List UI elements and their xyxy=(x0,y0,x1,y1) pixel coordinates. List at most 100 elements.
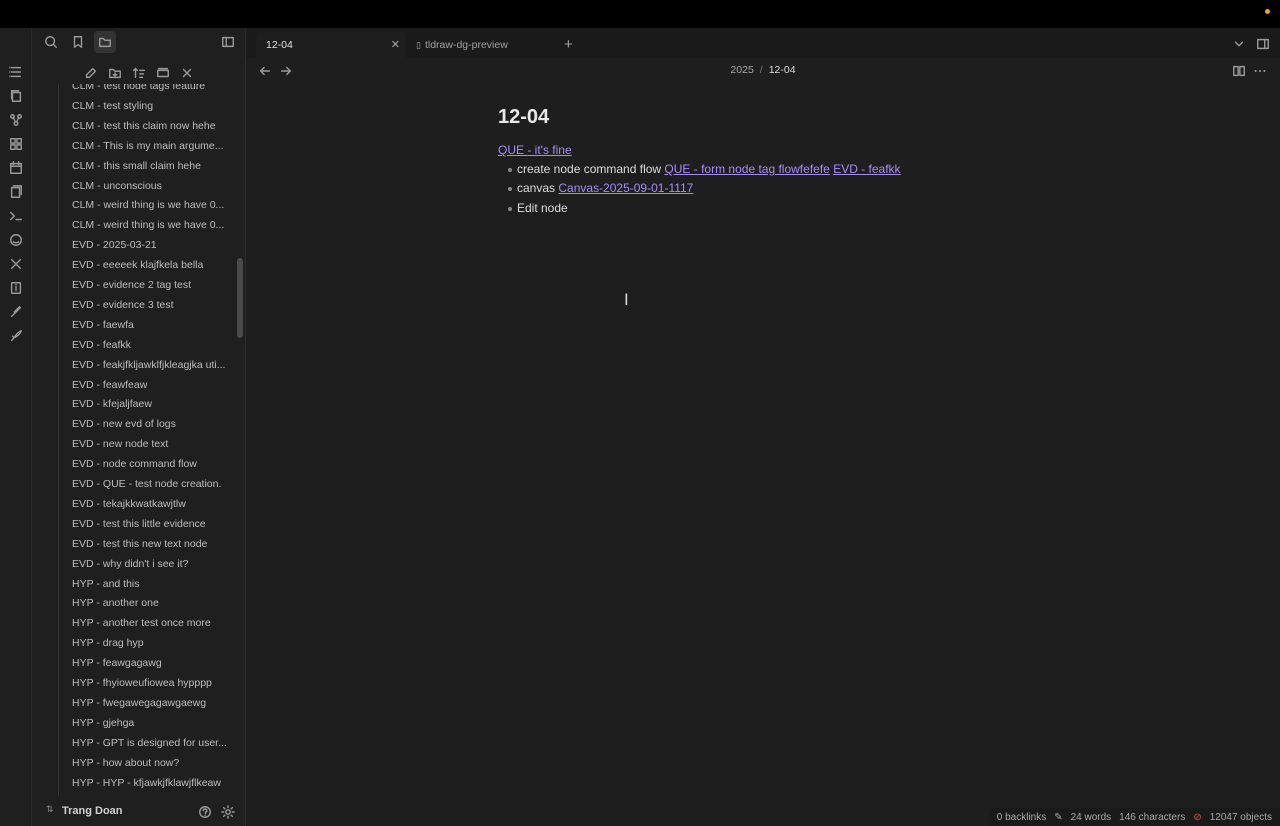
breadcrumb: 2025 / 12-04 xyxy=(246,64,1280,76)
file-tree-item[interactable]: EVD - test this new text node xyxy=(62,534,232,554)
vault-name: Trang Doan xyxy=(62,805,123,817)
text-cursor-icon: I xyxy=(624,290,629,309)
internal-link[interactable]: QUE - it's fine xyxy=(498,143,572,157)
more-options-icon[interactable] xyxy=(1249,60,1271,82)
internal-link[interactable]: QUE - form node tag flowfefefe xyxy=(664,162,829,176)
new-note-icon[interactable] xyxy=(80,62,102,84)
tab-bar: 12-04 ✕ ▯ tldraw-dg-preview + xyxy=(246,28,1280,58)
file-tree-item[interactable]: EVD - node command flow xyxy=(62,454,232,474)
file-tree-item[interactable]: CLM - test this claim now hehe xyxy=(62,116,232,136)
file-tree-item[interactable]: HYP - fhyioweufiowea hypppp xyxy=(62,673,232,693)
blocks-icon[interactable] xyxy=(5,133,27,155)
file-tree-item[interactable]: HYP - HYP - kfjawkjfklawjflkeaw xyxy=(62,773,232,793)
note-title[interactable]: 12-04 xyxy=(498,106,1058,134)
tools-icon[interactable] xyxy=(5,253,27,275)
new-tab-button[interactable]: + xyxy=(562,32,586,58)
file-tree-item[interactable]: EVD - feawfeaw xyxy=(62,375,232,395)
character-count: 146 characters xyxy=(1119,811,1186,823)
file-tree-item[interactable]: CLM - This is my main argume... xyxy=(62,136,232,156)
file-tree-item[interactable]: CLM - weird thing is we have 0... xyxy=(62,215,232,235)
file-tree-item[interactable]: EVD - faewfa xyxy=(62,315,232,335)
terminal-icon[interactable] xyxy=(5,205,27,227)
file-tree-item[interactable]: EVD - evidence 2 tag test xyxy=(62,275,232,295)
file-tree-item[interactable]: EVD - QUE - test node creation. xyxy=(62,474,232,494)
file-tree-item[interactable]: EVD - 2025-03-21 xyxy=(62,235,232,255)
file-tree-item[interactable]: EVD - feafkk xyxy=(62,335,232,355)
backlinks-count[interactable]: 0 backlinks xyxy=(997,812,1046,823)
view-header: 2025 / 12-04 xyxy=(246,58,1280,84)
settings-icon[interactable] xyxy=(217,801,239,823)
breadcrumb-parent[interactable]: 2025 xyxy=(730,64,753,76)
file-tree-item[interactable]: HYP - how about now? xyxy=(62,753,232,773)
file-tree-item[interactable]: CLM - test node tags feature xyxy=(62,84,232,96)
internal-link[interactable]: Canvas-2025-09-01-1117 xyxy=(558,181,693,195)
close-icon[interactable] xyxy=(176,62,198,84)
graph-icon[interactable] xyxy=(5,109,27,131)
file-tree-item[interactable]: EVD - tekajkkwatkawjtlw xyxy=(62,494,232,514)
tab-12-04[interactable]: 12-04 ✕ xyxy=(256,32,406,58)
editor-pane: 12-04 ✕ ▯ tldraw-dg-preview + 2025 / 12-04 … xyxy=(246,28,1280,826)
search-icon[interactable] xyxy=(40,31,62,53)
info-icon[interactable] xyxy=(5,277,27,299)
status-bar: 0 backlinks ✎ 24 words 146 characters ⊘ … xyxy=(988,808,1280,826)
file-tree-item[interactable]: EVD - feakjfkljawklfjkleagjka uti... xyxy=(62,355,232,375)
rocket-icon[interactable] xyxy=(5,325,27,347)
file-tree-item[interactable]: CLM - weird thing is we have 0... xyxy=(62,195,232,215)
sort-icon[interactable] xyxy=(128,62,150,84)
word-count: 24 words xyxy=(1070,811,1112,823)
file-tree-item[interactable]: EVD - eeeeek klajfkela bella xyxy=(62,255,232,275)
sync-error-icon[interactable]: ⊘ xyxy=(1193,812,1201,823)
file-tree-item[interactable]: HYP - GPT is designed for user... xyxy=(62,733,232,753)
vault-switcher[interactable]: ⇅ Trang Doan xyxy=(32,798,246,826)
file-tree-item[interactable]: HYP - drag hyp xyxy=(62,633,232,653)
folder-icon[interactable] xyxy=(94,31,116,53)
list-item[interactable]: create node command flow QUE - form node… xyxy=(508,162,901,176)
file-tree-item[interactable]: EVD - kfejaljfaew xyxy=(62,394,232,414)
file-explorer-actions xyxy=(32,60,246,84)
ribbon xyxy=(0,28,32,826)
file-tree-item[interactable]: CLM - this small claim hehe xyxy=(62,156,232,176)
file-explorer-sidebar: CLM - test node tags feature CLM - test s… xyxy=(32,28,246,826)
pencil-icon[interactable]: ✎ xyxy=(1054,812,1062,823)
list-item-text: Edit node xyxy=(517,201,568,215)
list-item-text: canvas xyxy=(517,181,556,195)
smile-icon[interactable] xyxy=(5,229,27,251)
brush-icon[interactable] xyxy=(5,301,27,323)
sidebar-toggle-icon[interactable] xyxy=(217,31,239,53)
file-tree-item[interactable]: EVD - new node text xyxy=(62,434,232,454)
file-tree-item[interactable]: HYP - and this xyxy=(62,574,232,594)
file-tree-item[interactable]: CLM - test styling xyxy=(62,96,232,116)
file-tree-item[interactable]: HYP - another test once more xyxy=(62,613,232,633)
page-icon: ▯ xyxy=(416,40,421,50)
internal-link[interactable]: EVD - feafkk xyxy=(833,162,900,176)
file-tree-item[interactable]: HYP - feawgagawg xyxy=(62,653,232,673)
tab-tldraw-dg-preview[interactable]: ▯ tldraw-dg-preview xyxy=(410,32,560,58)
files-icon[interactable] xyxy=(5,61,27,83)
breadcrumb-current[interactable]: 12-04 xyxy=(769,64,796,76)
file-tree-item[interactable]: CLM - unconscious xyxy=(62,176,232,196)
close-icon[interactable]: ✕ xyxy=(391,32,400,58)
file-tree-item[interactable]: EVD - test this little evidence xyxy=(62,514,232,534)
status-dot xyxy=(1265,9,1270,14)
file-tree-item[interactable]: EVD - why didn't i see it? xyxy=(62,554,232,574)
file-tree-item[interactable]: EVD - evidence 3 test xyxy=(62,295,232,315)
file-tree-item[interactable]: HYP - gjehga xyxy=(62,713,232,733)
chevron-down-icon[interactable] xyxy=(1228,33,1250,55)
calendar-icon[interactable] xyxy=(5,157,27,179)
help-icon[interactable] xyxy=(194,801,216,823)
file-tree-item[interactable]: HYP - another one xyxy=(62,593,232,613)
copy-icon[interactable] xyxy=(5,85,27,107)
pages-icon[interactable] xyxy=(5,181,27,203)
list-item[interactable]: canvas Canvas-2025-09-01-1117 xyxy=(508,181,693,195)
right-sidebar-toggle-icon[interactable] xyxy=(1252,33,1274,55)
reading-view-icon[interactable] xyxy=(1228,60,1250,82)
new-folder-icon[interactable] xyxy=(104,62,126,84)
sidebar-tabs xyxy=(32,28,246,58)
file-tree-item[interactable]: EVD - new evd of logs xyxy=(62,414,232,434)
list-item[interactable]: Edit node xyxy=(508,201,568,215)
collapse-icon[interactable] xyxy=(152,62,174,84)
note-content[interactable]: 12-04 QUE - it's fine create node comman… xyxy=(498,106,1058,215)
sidebar-scrollbar[interactable] xyxy=(237,258,243,338)
file-tree-item[interactable]: HYP - fwegawegagawgaewg xyxy=(62,693,232,713)
bookmark-icon[interactable] xyxy=(67,31,89,53)
